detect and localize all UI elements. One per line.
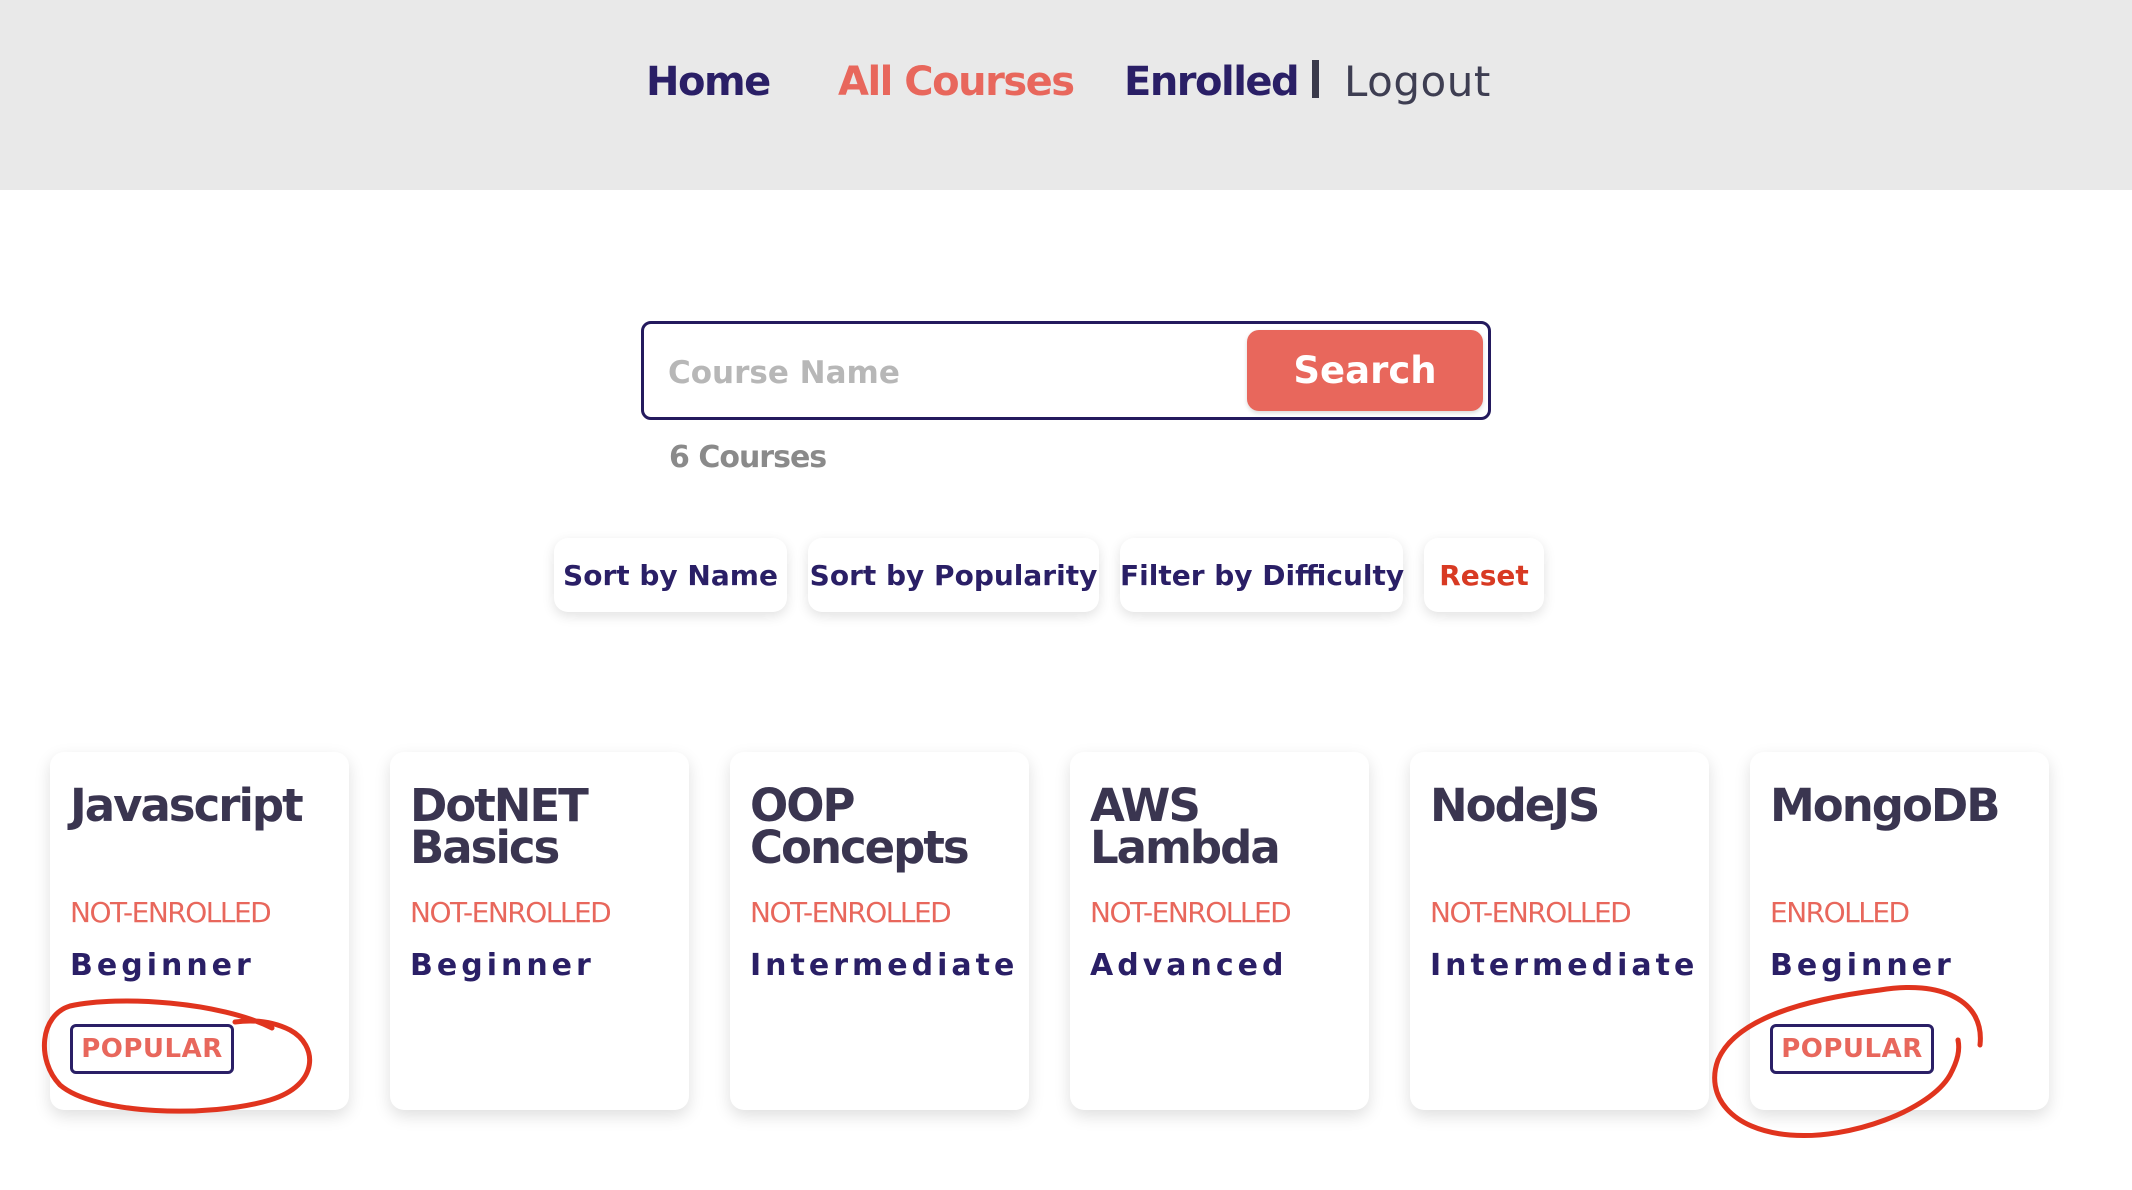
course-title: MongoDB — [1770, 779, 2001, 832]
reset-button[interactable]: Reset — [1424, 538, 1544, 612]
course-title: NodeJS — [1430, 779, 1600, 832]
course-title: DotNET Basics — [410, 779, 589, 874]
difficulty-level: Beginner — [70, 948, 255, 983]
sort-by-name-button[interactable]: Sort by Name — [554, 538, 787, 612]
difficulty-level: Advanced — [1090, 948, 1288, 983]
course-card-aws-lambda[interactable]: AWS Lambda NOT-ENROLLED Advanced — [1070, 752, 1369, 1110]
filter-by-difficulty-button[interactable]: Filter by Difficulty — [1120, 538, 1404, 612]
enrollment-status: ENROLLED — [1770, 896, 1910, 929]
difficulty-level: Intermediate — [750, 948, 1019, 983]
course-title: OOP Concepts — [750, 779, 970, 874]
enrollment-status: NOT-ENROLLED — [750, 896, 952, 929]
enrollment-status: NOT-ENROLLED — [1090, 896, 1292, 929]
course-card-mongodb[interactable]: MongoDB ENROLLED Beginner POPULAR — [1750, 752, 2049, 1110]
difficulty-level: Beginner — [410, 948, 595, 983]
course-search-input[interactable] — [666, 342, 1250, 404]
nav-enrolled-link[interactable]: Enrolled — [1124, 52, 1300, 112]
logout-link[interactable]: Logout — [1344, 52, 1491, 112]
nav-home-link[interactable]: Home — [646, 52, 771, 112]
search-button[interactable]: Search — [1247, 330, 1483, 411]
enrollment-status: NOT-ENROLLED — [1430, 896, 1632, 929]
difficulty-level: Intermediate — [1430, 948, 1699, 983]
popular-badge: POPULAR — [1770, 1024, 1934, 1074]
course-title: AWS Lambda — [1090, 779, 1281, 874]
popular-badge: POPULAR — [70, 1024, 234, 1074]
course-card-javascript[interactable]: Javascript NOT-ENROLLED Beginner POPULAR — [50, 752, 349, 1110]
difficulty-level: Beginner — [1770, 948, 1955, 983]
nav-divider — [1312, 60, 1319, 98]
search-bar: Search — [641, 321, 1491, 420]
enrollment-status: NOT-ENROLLED — [410, 896, 612, 929]
course-card-nodejs[interactable]: NodeJS NOT-ENROLLED Intermediate — [1410, 752, 1709, 1110]
course-card-dotnet-basics[interactable]: DotNET Basics NOT-ENROLLED Beginner — [390, 752, 689, 1110]
course-title: Javascript — [70, 779, 304, 832]
enrollment-status: NOT-ENROLLED — [70, 896, 272, 929]
page: Home All Courses Enrolled Logout Search … — [0, 0, 2132, 1190]
course-card-oop-concepts[interactable]: OOP Concepts NOT-ENROLLED Intermediate — [730, 752, 1029, 1110]
top-nav-bar: Home All Courses Enrolled Logout — [0, 0, 2132, 190]
course-count: 6 Courses — [669, 440, 827, 475]
nav-all-courses-link[interactable]: All Courses — [838, 52, 1075, 112]
sort-by-popularity-button[interactable]: Sort by Popularity — [808, 538, 1099, 612]
